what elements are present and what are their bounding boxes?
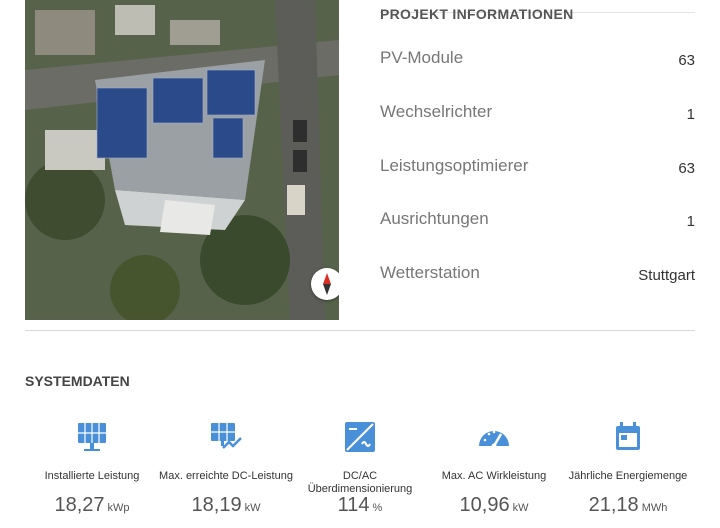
- stat-max-ac-power: Max. AC Wirkleistung 10,96 kW: [426, 420, 562, 516]
- stat-value: 18,27 kWp: [54, 494, 130, 516]
- compass-icon[interactable]: [311, 268, 339, 300]
- info-value: 63: [678, 160, 695, 177]
- solar-panel-chart-icon: [211, 423, 242, 449]
- dc-ac-converter-icon: [345, 422, 375, 452]
- aerial-roof-image: [25, 0, 339, 320]
- info-row-orientations: Ausrichtungen 1: [380, 209, 695, 233]
- stat-value: 10,96 kW: [459, 494, 529, 516]
- calendar-icon: [616, 422, 640, 450]
- info-row-pv-modules: PV-Module 63: [380, 48, 695, 72]
- info-row-weather-station: Wetterstation Stuttgart: [380, 263, 695, 287]
- stat-label: Max. erreichte DC-Leistung: [159, 470, 293, 482]
- info-label: Wechselrichter: [380, 102, 493, 121]
- info-label: Ausrichtungen: [380, 209, 489, 228]
- stat-value: 114%: [337, 494, 383, 516]
- stat-annual-energy: Jährliche Energiemenge 21,18 MWh: [560, 420, 696, 516]
- info-value: 1: [686, 106, 695, 123]
- speedometer-icon: [479, 430, 509, 449]
- solar-panel-icon: [78, 423, 106, 451]
- stat-installed-power: Installierte Leistung 18,27 kWp: [24, 420, 160, 516]
- stat-label: Max. AC Wirkleistung: [441, 470, 547, 482]
- stat-label: Installierte Leistung: [44, 470, 140, 482]
- stat-max-dc-power: Max. erreichte DC-Leistung 18,19 kW: [158, 420, 294, 516]
- info-label: PV-Module: [380, 48, 464, 67]
- info-value: 1: [686, 213, 695, 230]
- stat-label: Jährliche Energiemenge: [568, 470, 688, 482]
- stat-value: 18,19 kW: [191, 494, 261, 516]
- stat-label: DC/AC Überdimensionierung: [307, 470, 413, 495]
- info-row-optimizer: Leistungsoptimierer 63: [380, 156, 695, 180]
- project-info-title: PROJEKT INFORMATIONEN: [380, 6, 574, 22]
- info-value: Stuttgart: [638, 267, 695, 284]
- system-data-title: SYSTEMDATEN: [25, 373, 130, 389]
- stat-dc-ac-ratio: DC/AC Überdimensionierung 114%: [292, 420, 428, 516]
- info-value: 63: [678, 52, 695, 69]
- info-label: Wetterstation: [380, 263, 480, 282]
- stat-value: 21,18 MWh: [588, 494, 668, 516]
- info-row-inverter: Wechselrichter 1: [380, 102, 695, 126]
- info-label: Leistungsoptimierer: [380, 156, 529, 175]
- section-divider: [25, 330, 695, 331]
